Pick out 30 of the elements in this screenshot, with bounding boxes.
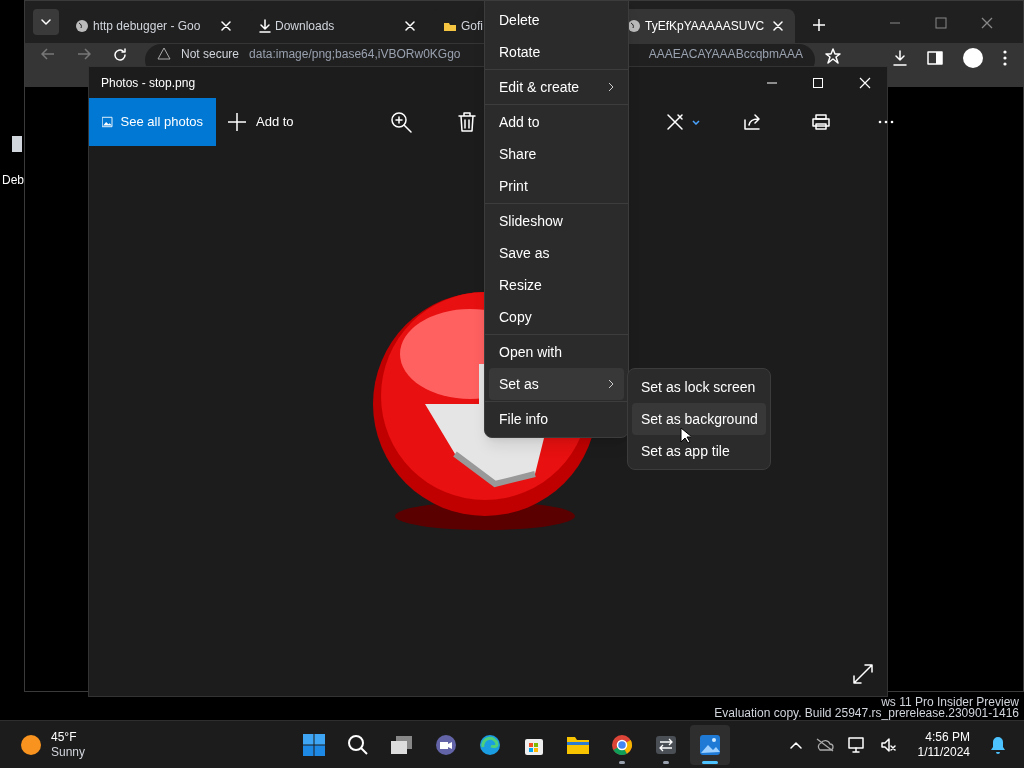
see-all-photos-button[interactable]: See all photos [89,98,216,146]
menu-item[interactable]: File info [489,403,624,435]
tab-title: TyEfKpYAAAAASUVC [645,18,765,35]
desktop-icon-label[interactable]: Deb [2,171,24,189]
menu-item[interactable]: Set as app tile [632,435,766,467]
menu-item[interactable]: Set as [489,368,624,400]
menu-item[interactable]: Share [489,138,624,170]
menu-item[interactable]: Open with [489,336,624,368]
menu-item[interactable]: Set as background [632,403,766,435]
tab-title: Downloads [275,18,335,35]
weather-condition[interactable]: Sunny [51,744,86,760]
url-text: AAAEACAYAAABccqbmAAA [648,47,803,61]
add-to-button[interactable]: Add to [216,98,306,146]
menu-item[interactable]: Add to [489,106,624,138]
watermark-text: Evaluation copy. Build 25947.rs_prerelease.230901-1416 [714,708,1019,719]
weather-temp[interactable]: 45°F [51,729,86,745]
window-title: Photos - stop.png [101,74,196,92]
menu-item[interactable]: Resize [489,269,624,301]
watermark-text: ws 11 Pro Insider Preview [881,697,1019,708]
clock-time[interactable]: 4:56 PM [925,729,970,745]
menu-item[interactable]: Print [489,170,624,202]
security-label: Not secure [181,47,240,61]
menu-item[interactable]: Save as [489,237,624,269]
menu-item[interactable]: Set as lock screen [632,371,766,403]
url-text: data:image/png;base64,iVBORw0KGgo [249,47,461,61]
menu-item[interactable]: Slideshow [489,205,624,237]
menu-item[interactable]: Copy [489,301,624,333]
clock-date[interactable]: 1/11/2024 [917,744,970,760]
tab-title: http debugger - Goo [93,18,201,35]
tab-title: Gofi [461,18,483,35]
